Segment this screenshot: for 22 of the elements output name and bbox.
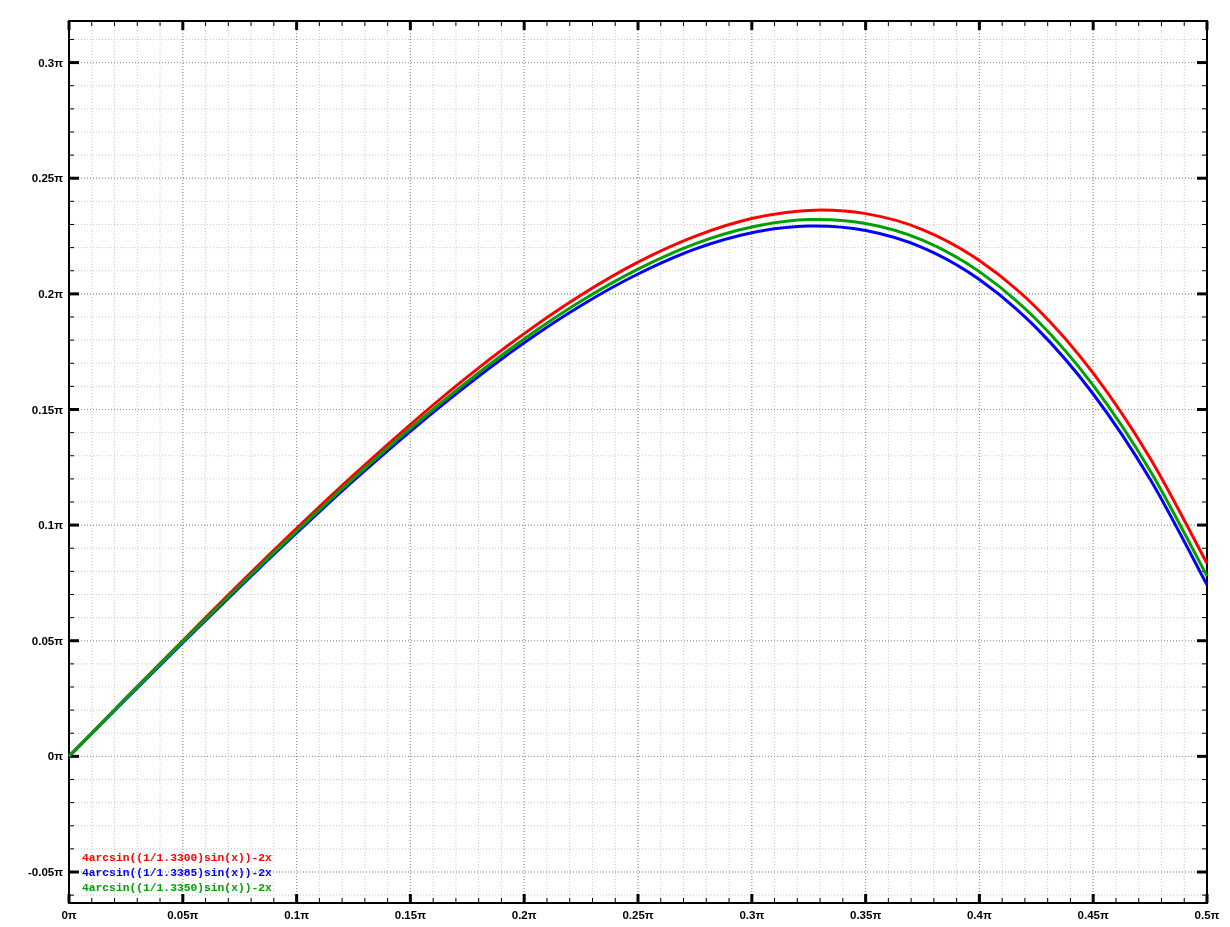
x-tick-label: 0.45π: [1077, 909, 1109, 921]
y-tick-label: 0π: [47, 750, 63, 763]
y-tick-label: 0.05π: [31, 634, 63, 647]
y-tick-label: 0.3π: [38, 56, 63, 69]
x-tick-label: 0π: [61, 909, 77, 921]
y-tick-label: 0.2π: [38, 287, 63, 300]
x-tick-label: 0.15π: [394, 909, 426, 921]
y-tick-label: -0.05π: [27, 866, 63, 878]
legend-label: 4arcsin((1/1.3350)sin(x))-2x: [82, 882, 272, 894]
x-tick-label: 0.05π: [167, 909, 199, 921]
x-tick-label: 0.3π: [739, 909, 765, 921]
legend-label: 4arcsin((1/1.3300)sin(x))-2x: [82, 852, 272, 864]
y-tick-label: 0.25π: [31, 172, 63, 185]
x-tick-label: 0.35π: [850, 909, 882, 921]
x-tick-label: 0.25π: [622, 909, 654, 921]
y-tick-label: 0.1π: [38, 519, 63, 532]
x-tick-label: 0.2π: [511, 909, 537, 921]
x-tick-label: 0.5π: [1194, 909, 1220, 921]
y-tick-label: 0.15π: [31, 403, 63, 416]
legend-label: 4arcsin((1/1.3385)sin(x))-2x: [82, 867, 272, 879]
x-tick-label: 0.4π: [966, 909, 992, 921]
x-tick-label: 0.1π: [284, 909, 310, 921]
